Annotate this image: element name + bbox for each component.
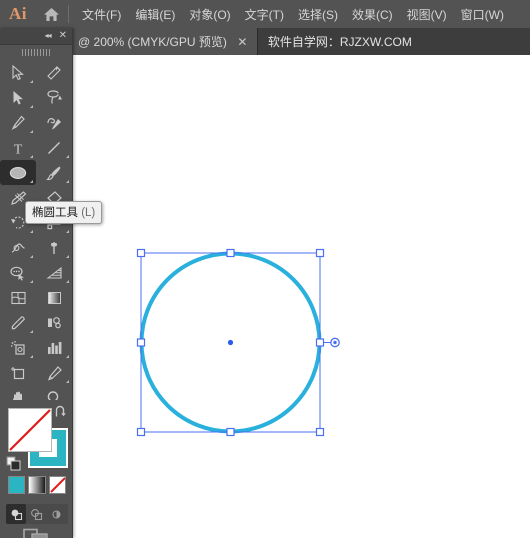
symbol-sprayer-tool[interactable]: [0, 335, 36, 360]
ellipse-tool[interactable]: [0, 160, 36, 185]
pen-tool[interactable]: [0, 110, 36, 135]
draw-inside-mode[interactable]: [46, 504, 66, 524]
document-tab-bar: @ 200% (CMYK/GPU 预览) ✕ 软件自学网：RJZXW.COM: [0, 28, 530, 55]
illustrator-window: Ai 文件(F) 编辑(E) 对象(O) 文字(T) 选择(S) 效果(C) 视…: [0, 0, 530, 538]
tooltip-shortcut: (L): [81, 207, 96, 219]
width-tool[interactable]: [0, 235, 36, 260]
selection-tool[interactable]: [0, 60, 36, 85]
paintbrush-tool[interactable]: [36, 160, 72, 185]
handle-bottom-center[interactable]: [226, 427, 235, 437]
handle-middle-left[interactable]: [136, 338, 146, 347]
draw-normal-mode[interactable]: [6, 504, 26, 524]
tool-flyout-indicator: [30, 330, 33, 333]
handle-middle-right[interactable]: [315, 338, 325, 347]
slice-tool[interactable]: [36, 360, 72, 385]
default-fill-stroke-icon[interactable]: [6, 456, 22, 477]
tools-panel-header: ◂◂ ✕: [0, 28, 72, 45]
color-swatch-button[interactable]: [8, 476, 26, 494]
shape-builder-tool[interactable]: [0, 260, 36, 285]
tool-flyout-indicator: [66, 280, 69, 283]
tool-flyout-indicator: [30, 130, 33, 133]
handle-top-right[interactable]: [315, 248, 325, 258]
menu-edit[interactable]: 编辑(E): [128, 3, 182, 26]
direct-selection-tool[interactable]: [0, 85, 36, 110]
menu-view[interactable]: 视图(V): [400, 3, 454, 26]
swatch-buttons: [8, 476, 66, 498]
tooltip-title: 椭圆工具: [32, 207, 78, 219]
none-swatch-button[interactable]: [48, 476, 66, 494]
artboard-canvas[interactable]: [0, 55, 530, 538]
handle-top-left[interactable]: [136, 248, 146, 258]
tool-flyout-indicator: [30, 105, 33, 108]
tool-flyout-indicator: [66, 230, 69, 233]
lasso-tool[interactable]: [36, 85, 72, 110]
watermark: 软件自学网：RJZXW.COM: [258, 28, 422, 55]
canvas-vector-layer: [136, 248, 340, 437]
menu-effect[interactable]: 效果(C): [345, 3, 400, 26]
tool-flyout-indicator: [30, 155, 33, 158]
magic-wand-tool[interactable]: [36, 60, 72, 85]
tool-flyout-indicator: [66, 255, 69, 258]
center-anchor-point[interactable]: [227, 339, 234, 346]
tool-flyout-indicator: [30, 355, 33, 358]
menu-type[interactable]: 文字(T): [238, 3, 291, 26]
tool-tooltip: 椭圆工具 (L): [25, 201, 103, 224]
gradient-tool[interactable]: [36, 285, 72, 310]
tool-flyout-indicator: [66, 380, 69, 383]
eyedropper-tool[interactable]: [0, 310, 36, 335]
screen-mode-icon: [23, 528, 48, 538]
type-tool[interactable]: T: [0, 135, 36, 160]
document-tab-label: @ 200% (CMYK/GPU 预览): [78, 35, 227, 49]
menubar-divider: [68, 5, 69, 23]
handle-bottom-left[interactable]: [136, 427, 146, 437]
color-controls: [0, 400, 72, 538]
gradient-swatch-button[interactable]: [28, 476, 46, 494]
app-logo: Ai: [9, 4, 27, 23]
menu-window[interactable]: 窗口(W): [454, 3, 511, 26]
home-icon[interactable]: [36, 0, 66, 28]
pie-angle-widget-handle[interactable]: [330, 337, 340, 348]
free-transform-tool[interactable]: [36, 235, 72, 260]
draw-behind-mode[interactable]: [26, 504, 46, 524]
swap-fill-stroke-icon[interactable]: [54, 405, 68, 424]
handle-top-center[interactable]: [226, 248, 235, 258]
none-slash-icon: [9, 409, 51, 451]
tool-flyout-indicator: [30, 80, 33, 83]
menu-bar: Ai 文件(F) 编辑(E) 对象(O) 文字(T) 选择(S) 效果(C) 视…: [0, 0, 530, 28]
close-icon[interactable]: ✕: [59, 31, 67, 41]
tools-grid: T: [0, 60, 72, 410]
collapse-icon[interactable]: ◂◂: [45, 32, 52, 40]
perspective-grid-tool[interactable]: [36, 260, 72, 285]
blend-tool[interactable]: [36, 310, 72, 335]
artboard-tool[interactable]: [0, 360, 36, 385]
watermark-label: 软件自学网：RJZXW.COM: [267, 35, 412, 49]
tool-flyout-indicator: [30, 180, 33, 183]
tool-flyout-indicator: [30, 280, 33, 283]
tool-flyout-indicator: [66, 180, 69, 183]
handle-bottom-right[interactable]: [315, 427, 325, 437]
tool-flyout-indicator: [66, 155, 69, 158]
drawing-modes: [6, 504, 68, 524]
column-graph-tool[interactable]: [36, 335, 72, 360]
mesh-tool[interactable]: [0, 285, 36, 310]
line-segment-tool[interactable]: [36, 135, 72, 160]
curvature-tool[interactable]: [36, 110, 72, 135]
menu-object[interactable]: 对象(O): [182, 3, 237, 26]
close-icon[interactable]: ✕: [236, 35, 249, 48]
tool-flyout-indicator: [30, 255, 33, 258]
menu-select[interactable]: 选择(S): [291, 3, 345, 26]
menu-file[interactable]: 文件(F): [75, 3, 128, 26]
svg-text:T: T: [14, 142, 23, 156]
tool-flyout-indicator: [30, 230, 33, 233]
panel-drag-handle[interactable]: [0, 45, 72, 60]
fill-color-swatch[interactable]: [8, 408, 52, 452]
tool-flyout-indicator: [66, 355, 69, 358]
change-screen-mode-button[interactable]: [0, 526, 72, 538]
grip-lines-icon: [22, 49, 50, 56]
menu-items: 文件(F) 编辑(E) 对象(O) 文字(T) 选择(S) 效果(C) 视图(V…: [75, 3, 511, 26]
